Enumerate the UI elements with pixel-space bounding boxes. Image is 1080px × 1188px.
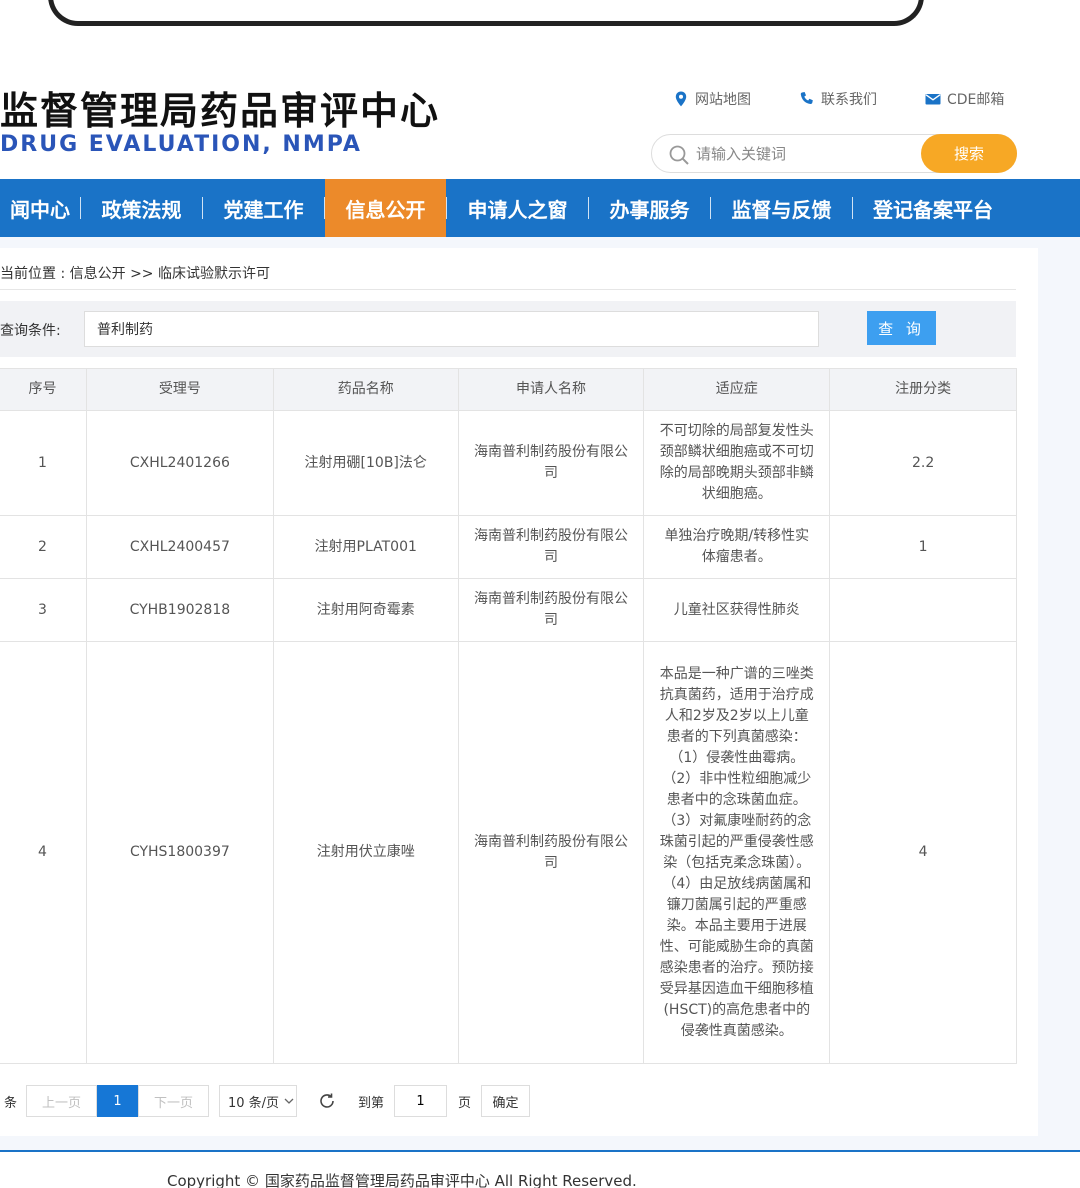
query-input[interactable] (84, 311, 819, 347)
search-box: 搜索 (651, 134, 1017, 173)
cell-applicant: 海南普利制药股份有限公司 (457, 410, 645, 516)
nav-item-services[interactable]: 办事服务 (589, 179, 710, 237)
cell-indication: 本品是一种广谱的三唑类抗真菌药，适用于治疗成人和2岁及2岁以上儿童患者的下列真菌… (643, 641, 831, 1064)
goto-page-input[interactable] (394, 1085, 447, 1117)
site-subtitle: DRUG EVALUATION, NMPA (0, 132, 362, 157)
page-button-current[interactable]: 1 (97, 1085, 138, 1117)
main-nav: 闻中心 政策法规 党建工作 信息公开 申请人之窗 办事服务 监督与反馈 登记备案… (0, 179, 1080, 237)
cell-no: 1 (0, 410, 87, 516)
goto-label: 到第 (358, 1095, 385, 1111)
cell-accept-no: CXHL2400457 (85, 515, 274, 579)
sitemap-link[interactable]: 网站地图 (672, 89, 798, 109)
nav-item-supervision[interactable]: 监督与反馈 (711, 179, 852, 237)
page-unit-label: 页 (458, 1095, 472, 1111)
page-size-select[interactable]: 10 条/页 (219, 1085, 297, 1117)
query-button[interactable]: 查 询 (867, 311, 936, 345)
cell-applicant: 海南普利制药股份有限公司 (457, 515, 645, 579)
nav-item-info-disclosure[interactable]: 信息公开 (325, 179, 446, 237)
cell-indication: 儿童社区获得性肺炎 (643, 578, 831, 642)
contact-link[interactable]: 联系我们 (798, 89, 924, 109)
cell-applicant: 海南普利制药股份有限公司 (457, 641, 645, 1064)
mail-icon (924, 90, 942, 108)
nav-item-news[interactable]: 闻中心 (0, 179, 80, 237)
page-size-value: 10 条/页 (228, 1095, 280, 1111)
search-button[interactable]: 搜索 (921, 134, 1017, 173)
table-row[interactable]: 1 CXHL2401266 注射用硼[10B]法仑 海南普利制药股份有限公司 不… (0, 410, 1017, 516)
chevron-down-icon (284, 1097, 294, 1105)
breadcrumb: 当前位置 : 信息公开 >> 临床试验默示许可 (0, 266, 270, 282)
table-row[interactable]: 3 CYHB1902818 注射用阿奇霉素 海南普利制药股份有限公司 儿童社区获… (0, 578, 1017, 642)
sitemap-label: 网站地图 (695, 92, 751, 108)
cell-no: 4 (0, 641, 87, 1064)
top-links: 网站地图 联系我们 CDE邮箱 (672, 89, 1004, 109)
cell-drug-name: 注射用PLAT001 (272, 515, 459, 579)
cell-drug-name: 注射用阿奇霉素 (272, 578, 459, 642)
cell-category: 4 (829, 641, 1017, 1064)
query-label: 查询条件: (0, 323, 61, 339)
footer-divider (0, 1150, 1080, 1152)
site-title: 监督管理局药品审评中心 (0, 89, 441, 133)
column-header: 注册分类 (829, 368, 1017, 411)
column-header: 受理号 (85, 368, 274, 411)
contact-label: 联系我们 (821, 92, 877, 108)
divider (0, 289, 1016, 290)
goto-confirm-button[interactable]: 确定 (481, 1085, 530, 1117)
nav-item-party[interactable]: 党建工作 (203, 179, 324, 237)
column-header: 药品名称 (272, 368, 459, 411)
footer-copyright: Copyright © 国家药品监督管理局药品审评中心 All Right Re… (167, 1172, 637, 1188)
cell-no: 3 (0, 578, 87, 642)
cde-mail-label: CDE邮箱 (947, 92, 1005, 108)
refresh-icon[interactable] (315, 1085, 339, 1117)
prev-page-button[interactable]: 上一页 (26, 1085, 97, 1117)
cell-category: 2.2 (829, 410, 1017, 516)
total-count-suffix: 条 (4, 1095, 18, 1111)
cell-indication: 不可切除的局部复发性头颈部鳞状细胞癌或不可切除的局部晚期头颈部非鳞状细胞癌。 (643, 410, 831, 516)
cell-category: 1 (829, 515, 1017, 579)
cell-accept-no: CYHS1800397 (85, 641, 274, 1064)
cell-category (829, 578, 1017, 642)
table-row[interactable]: 4 CYHS1800397 注射用伏立康唑 海南普利制药股份有限公司 本品是一种… (0, 641, 1017, 1064)
top-frame-decoration (48, 0, 924, 26)
column-header: 序号 (0, 368, 87, 411)
phone-icon (798, 90, 816, 108)
location-pin-icon (672, 90, 690, 108)
nav-item-registration[interactable]: 登记备案平台 (853, 179, 1013, 237)
search-input[interactable] (696, 141, 916, 167)
cell-accept-no: CYHB1902818 (85, 578, 274, 642)
table-row[interactable]: 2 CXHL2400457 注射用PLAT001 海南普利制药股份有限公司 单独… (0, 515, 1017, 579)
cell-drug-name: 注射用伏立康唑 (272, 641, 459, 1064)
search-icon (668, 144, 690, 166)
nav-item-applicant[interactable]: 申请人之窗 (447, 179, 588, 237)
cde-mail-link[interactable]: CDE邮箱 (924, 89, 1004, 109)
query-bar: 查询条件: 查 询 (0, 301, 1016, 357)
cell-drug-name: 注射用硼[10B]法仑 (272, 410, 459, 516)
results-table: 序号 受理号 药品名称 申请人名称 适应症 注册分类 1 CXHL2401266… (0, 368, 1017, 1064)
cell-applicant: 海南普利制药股份有限公司 (457, 578, 645, 642)
column-header: 适应症 (643, 368, 831, 411)
cell-no: 2 (0, 515, 87, 579)
pagination: 条 上一页 1 下一页 10 条/页 到第 页 确定 (0, 1085, 1016, 1117)
cell-indication: 单独治疗晚期/转移性实体瘤患者。 (643, 515, 831, 579)
cell-accept-no: CXHL2401266 (85, 410, 274, 516)
column-header: 申请人名称 (457, 368, 645, 411)
nav-item-policy[interactable]: 政策法规 (81, 179, 202, 237)
table-header-row: 序号 受理号 药品名称 申请人名称 适应症 注册分类 (0, 368, 1017, 411)
next-page-button[interactable]: 下一页 (138, 1085, 209, 1117)
